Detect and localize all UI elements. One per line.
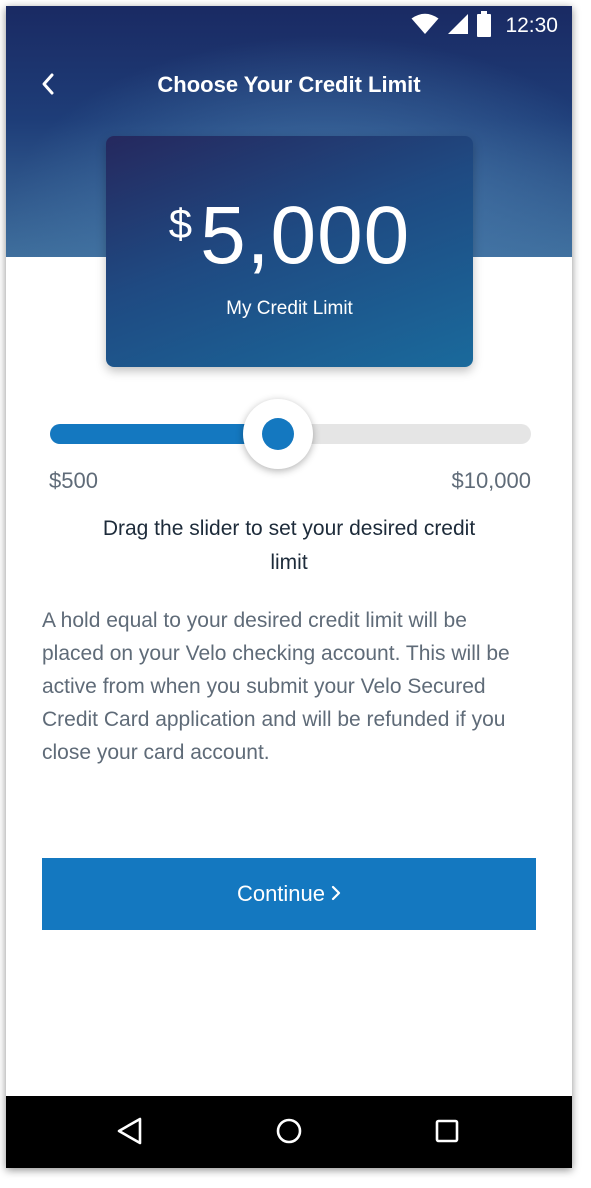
back-triangle-icon — [115, 1116, 145, 1151]
continue-button[interactable]: Continue — [42, 858, 536, 930]
credit-limit-slider[interactable] — [50, 399, 531, 469]
hold-disclosure: A hold equal to your desired credit limi… — [42, 609, 510, 764]
app-bar: Choose Your Credit Limit — [6, 58, 572, 114]
nav-home-button[interactable] — [266, 1110, 312, 1156]
slider-max-label: $10,000 — [451, 468, 531, 493]
chevron-right-icon — [331, 881, 341, 907]
wifi-icon — [411, 13, 439, 40]
phone-screen: 12:30 Choose Your Credit Limit $ 5,000 M… — [6, 6, 572, 1168]
home-circle-icon — [274, 1116, 304, 1151]
status-icons: 12:30 — [411, 10, 558, 42]
recents-square-icon — [432, 1116, 462, 1151]
slider-instruction: Drag the slider to set your desired cred… — [102, 517, 476, 574]
credit-limit-card: $ 5,000 My Credit Limit — [106, 136, 473, 367]
credit-limit-label: My Credit Limit — [226, 298, 353, 319]
credit-amount-row: $ 5,000 — [106, 190, 473, 282]
continue-label: Continue — [236, 881, 326, 906]
currency-symbol: $ — [168, 200, 193, 247]
slider-min-label: $500 — [49, 468, 98, 493]
nav-back-button[interactable] — [107, 1110, 153, 1156]
system-nav-bar — [6, 1096, 572, 1168]
status-time: 12:30 — [505, 14, 558, 37]
battery-icon — [477, 10, 492, 42]
nav-recents-button[interactable] — [424, 1110, 470, 1156]
status-bar: 12:30 — [6, 6, 572, 46]
cellular-signal-icon — [447, 13, 469, 40]
slider-thumb-dot — [261, 418, 294, 450]
slider-thumb[interactable] — [242, 399, 313, 469]
credit-limit-amount: 5,000 — [200, 190, 411, 281]
page-title: Choose Your Credit Limit — [157, 72, 421, 97]
